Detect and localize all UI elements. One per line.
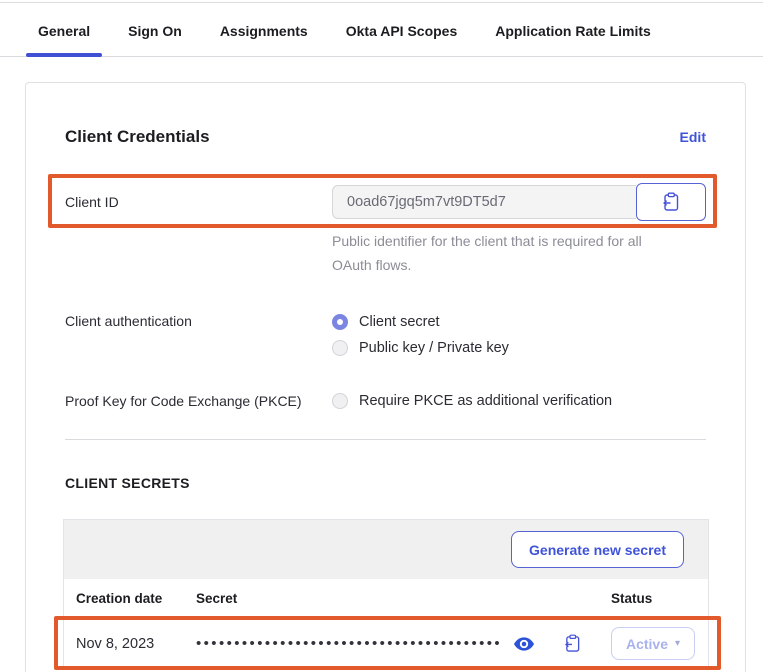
masked-secret-value: •••••••••••••••••••••••••••••••••••••••• <box>196 636 502 651</box>
header-secret: Secret <box>196 591 608 606</box>
tab-general[interactable]: General <box>26 23 102 56</box>
reveal-secret-button[interactable] <box>514 637 534 651</box>
secret-status-cell: Active ▾ <box>608 627 708 660</box>
pkce-checkbox-option[interactable]: Require PKCE as additional verification <box>332 390 612 411</box>
tab-sign-on[interactable]: Sign On <box>116 23 194 56</box>
header-creation-date: Creation date <box>76 591 196 606</box>
copy-secret-button[interactable] <box>564 634 581 653</box>
clipboard-copy-icon <box>564 634 581 653</box>
section-title: Client Credentials <box>65 127 210 147</box>
client-authentication-row: Client authentication Client secret Publ… <box>65 311 706 358</box>
app-tab-bar: General Sign On Assignments Okta API Sco… <box>0 8 763 57</box>
section-divider <box>65 439 706 440</box>
tab-application-rate-limits[interactable]: Application Rate Limits <box>483 23 663 56</box>
app-settings-page: General Sign On Assignments Okta API Sco… <box>0 0 763 672</box>
secret-table-row: Nov 8, 2023 ••••••••••••••••••••••••••••… <box>64 619 708 669</box>
radio-client-secret-label: Client secret <box>359 314 440 330</box>
radio-public-private-key[interactable]: Public key / Private key <box>332 337 509 358</box>
client-credentials-header: Client Credentials Edit <box>65 127 706 147</box>
status-label: Active <box>626 636 668 652</box>
client-secrets-toolbar: Generate new secret <box>64 520 708 579</box>
secrets-table-header: Creation date Secret Status <box>64 579 708 619</box>
client-authentication-label: Client authentication <box>65 311 332 329</box>
pkce-row: Proof Key for Code Exchange (PKCE) Requi… <box>65 390 706 411</box>
radio-selected-icon[interactable] <box>332 314 348 330</box>
caret-down-icon: ▾ <box>675 638 680 649</box>
pkce-label: Proof Key for Code Exchange (PKCE) <box>65 393 332 409</box>
eye-icon <box>514 637 534 651</box>
client-id-field-group <box>332 183 706 221</box>
checkbox-unchecked-icon[interactable] <box>332 393 348 409</box>
pkce-option-label: Require PKCE as additional verification <box>359 393 612 409</box>
client-secrets-panel: Generate new secret Creation date Secret… <box>63 519 709 670</box>
status-dropdown-button[interactable]: Active ▾ <box>611 627 695 660</box>
generate-new-secret-button[interactable]: Generate new secret <box>511 531 684 568</box>
tab-okta-api-scopes[interactable]: Okta API Scopes <box>334 23 470 56</box>
client-id-row: Client ID <box>65 183 706 221</box>
edit-link[interactable]: Edit <box>680 129 706 145</box>
radio-client-secret[interactable]: Client secret <box>332 311 509 332</box>
client-secrets-title: CLIENT SECRETS <box>65 475 706 491</box>
client-authentication-options: Client secret Public key / Private key <box>332 311 509 358</box>
radio-unselected-icon[interactable] <box>332 340 348 356</box>
client-id-label: Client ID <box>65 194 332 210</box>
clipboard-copy-icon <box>662 192 680 212</box>
client-id-help-text: Public identifier for the client that is… <box>332 229 680 277</box>
client-id-input[interactable] <box>332 185 636 219</box>
client-credentials-card: Client Credentials Edit Client ID <box>25 82 746 672</box>
secret-creation-date: Nov 8, 2023 <box>76 636 196 652</box>
copy-client-id-button[interactable] <box>636 183 706 221</box>
secret-value-cell: •••••••••••••••••••••••••••••••••••••••• <box>196 634 608 653</box>
tab-assignments[interactable]: Assignments <box>208 23 320 56</box>
top-divider <box>0 2 763 3</box>
radio-public-private-key-label: Public key / Private key <box>359 340 509 356</box>
header-status: Status <box>608 591 708 606</box>
